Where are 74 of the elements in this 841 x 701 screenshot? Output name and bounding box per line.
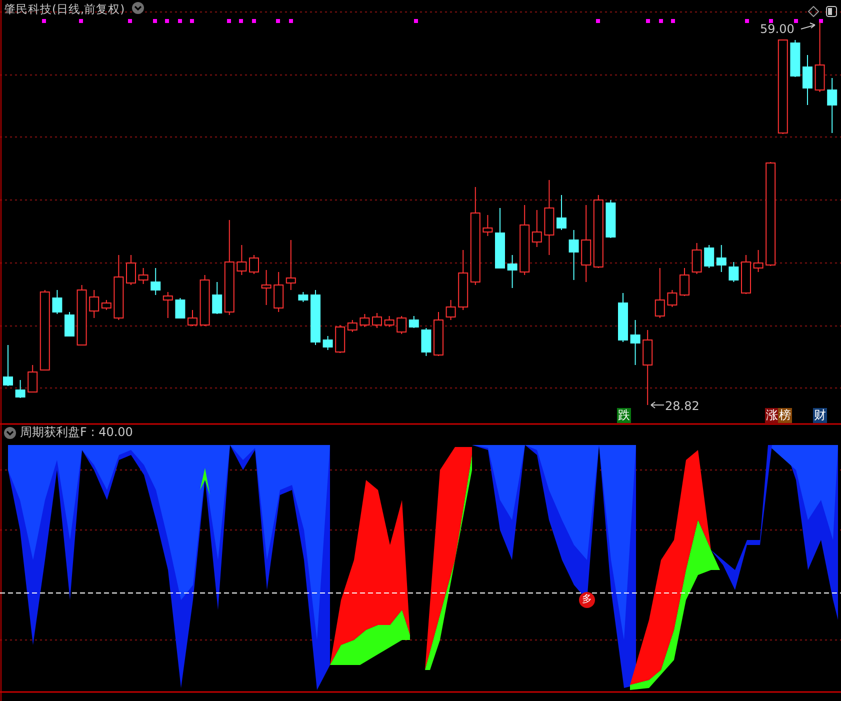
high-price-label: 59.00 bbox=[760, 22, 794, 36]
candlestick bbox=[520, 204, 530, 276]
candlestick bbox=[347, 320, 358, 332]
candlestick bbox=[138, 268, 148, 284]
candlestick bbox=[680, 268, 690, 296]
candlestick bbox=[89, 290, 100, 318]
candlestick bbox=[421, 328, 432, 356]
candlestick bbox=[630, 320, 640, 366]
candlestick bbox=[286, 240, 296, 290]
candlestick bbox=[716, 244, 726, 272]
candlestick bbox=[261, 270, 272, 306]
candlestick bbox=[52, 290, 62, 314]
candlestick bbox=[790, 40, 800, 78]
candlestick bbox=[814, 22, 825, 92]
candlestick bbox=[298, 292, 308, 302]
candlestick bbox=[568, 230, 579, 280]
candlestick bbox=[372, 312, 382, 328]
candlestick bbox=[654, 268, 665, 318]
candlestick bbox=[692, 242, 702, 274]
candlestick bbox=[507, 254, 518, 288]
candlestick bbox=[556, 194, 566, 230]
candlestick bbox=[28, 364, 38, 392]
candlestick bbox=[753, 250, 764, 272]
candlestick bbox=[532, 210, 542, 248]
candlestick bbox=[618, 292, 628, 342]
candlestick bbox=[606, 200, 616, 238]
candlestick bbox=[446, 300, 456, 320]
event-tag: 涨 bbox=[765, 408, 779, 423]
candlestick bbox=[310, 290, 320, 346]
chart-title: 肇民科技(日线,前复权) bbox=[4, 1, 125, 17]
candlestick bbox=[162, 292, 173, 318]
candlestick bbox=[434, 312, 444, 356]
candlestick bbox=[741, 254, 751, 294]
low-price-label: 28.82 bbox=[665, 399, 700, 413]
event-tag: 榜 bbox=[778, 408, 792, 423]
candlestick bbox=[76, 284, 87, 346]
candlestick bbox=[274, 272, 284, 312]
candlestick bbox=[322, 336, 333, 350]
dropdown-icon[interactable] bbox=[132, 2, 144, 14]
candlestick bbox=[101, 300, 112, 310]
candlestick bbox=[704, 244, 714, 268]
candlestick bbox=[114, 254, 124, 320]
candlestick bbox=[482, 214, 493, 236]
candlestick bbox=[802, 54, 812, 106]
candlestick bbox=[200, 274, 210, 326]
candlestick bbox=[188, 310, 198, 326]
candlestick bbox=[667, 290, 678, 308]
event-tag: 财 bbox=[813, 408, 827, 423]
candlestick bbox=[396, 316, 407, 334]
candlestick bbox=[212, 282, 222, 314]
diamond-icon[interactable] bbox=[808, 6, 819, 17]
candlestick bbox=[335, 324, 346, 354]
candlestick bbox=[236, 244, 247, 276]
candlestick bbox=[249, 254, 259, 274]
dropdown-icon[interactable] bbox=[4, 427, 16, 439]
candlestick bbox=[384, 316, 394, 328]
leader-line bbox=[650, 402, 664, 408]
indicator-title: 周期获利盘F : 40.00 bbox=[20, 425, 133, 440]
signal-marker: 多 bbox=[579, 592, 595, 608]
candlestick bbox=[360, 314, 370, 328]
candlestick bbox=[3, 344, 13, 386]
candlestick bbox=[15, 380, 26, 398]
candlestick bbox=[827, 78, 838, 134]
candlestick bbox=[728, 262, 739, 282]
window-icon[interactable] bbox=[826, 6, 837, 17]
event-tag: 跌 bbox=[617, 408, 631, 423]
candlestick bbox=[495, 208, 505, 268]
candlestick bbox=[150, 268, 161, 296]
leader-line bbox=[800, 22, 816, 30]
candlestick bbox=[126, 254, 136, 286]
candlestick bbox=[64, 312, 74, 336]
candlestick bbox=[408, 316, 419, 328]
candlestick bbox=[175, 298, 186, 318]
candlestick bbox=[458, 250, 468, 310]
